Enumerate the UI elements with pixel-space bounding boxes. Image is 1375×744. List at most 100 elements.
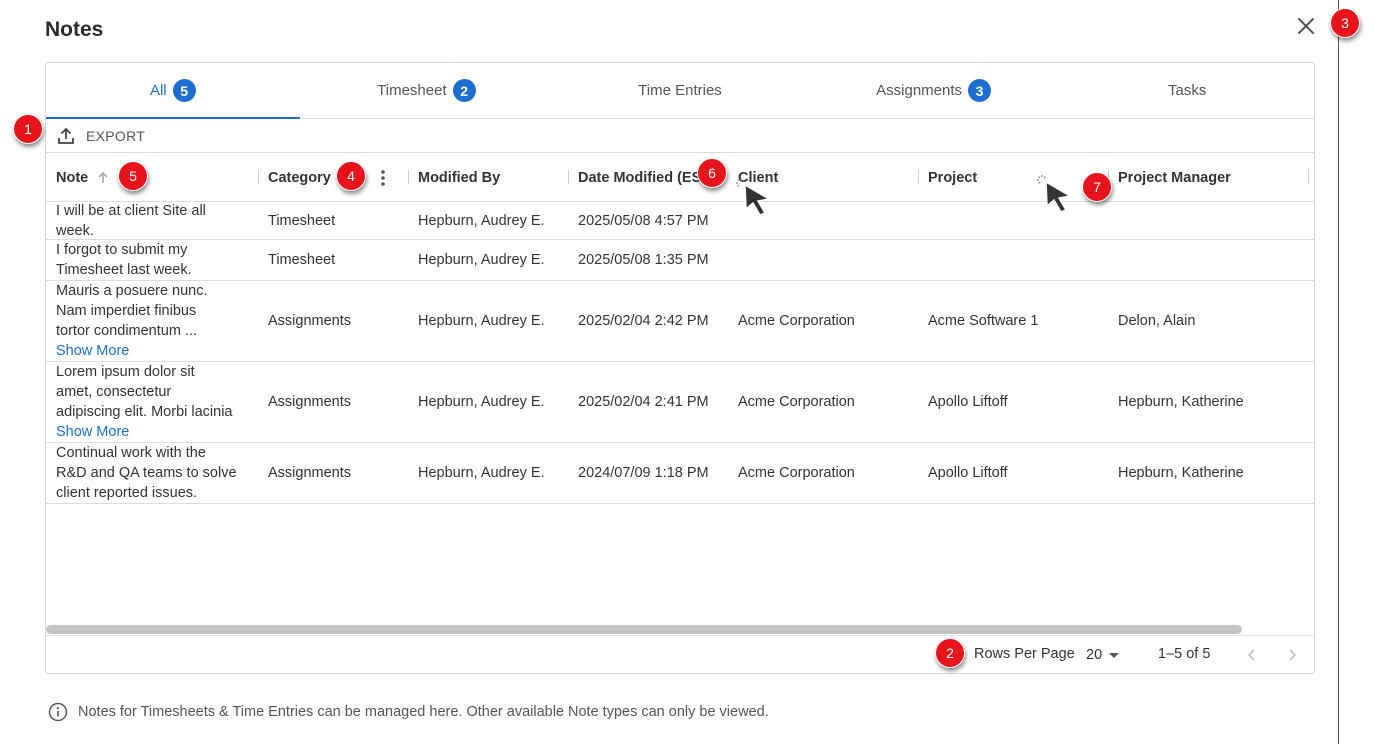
column-title: Modified By: [418, 169, 501, 186]
note-cell: I forgot to submit my Timesheet last wee…: [56, 240, 248, 280]
table-row[interactable]: I will be at client Site all week. Times…: [46, 202, 1314, 240]
right-edge-divider: [1338, 0, 1339, 744]
note-line: Timesheet last week.: [56, 262, 192, 278]
column-title: Project: [928, 169, 978, 186]
category-cell: Timesheet: [268, 252, 336, 268]
next-page-button[interactable]: [1282, 645, 1302, 665]
project-manager-cell: Hepburn, Katherine: [1118, 394, 1244, 410]
tab-label: Time Entries: [638, 82, 722, 99]
note-line: week.: [56, 222, 94, 239]
column-resize-handle[interactable]: [408, 170, 409, 184]
rows-per-page-select[interactable]: 20: [1086, 644, 1120, 666]
client-cell: Acme Corporation: [738, 313, 855, 329]
pagination-bar: Rows Per Page 20 1–5 of 5: [46, 635, 1314, 673]
date-modified-cell: 2024/07/09 1:18 PM: [578, 465, 709, 481]
tab-time-entries[interactable]: Time Entries: [553, 63, 807, 118]
column-title: Date Modified (EST): [578, 169, 701, 186]
modified-by-cell: Hepburn, Audrey E.: [418, 465, 545, 481]
rows-per-page-label: Rows Per Page: [974, 646, 1075, 662]
column-header-date-modified[interactable]: Date Modified (EST): [578, 153, 701, 202]
note-line: I will be at client Site all: [56, 202, 206, 219]
modified-by-cell: Hepburn, Audrey E.: [418, 212, 545, 229]
project-cell: Acme Software 1: [928, 313, 1039, 329]
grid-toolbar: EXPORT: [46, 119, 1314, 153]
close-icon: [1298, 18, 1314, 34]
previous-page-button[interactable]: [1242, 645, 1262, 665]
column-menu-button[interactable]: [376, 167, 390, 189]
note-line: amet, consectetur: [56, 384, 172, 400]
column-header-modified-by[interactable]: Modified By: [418, 153, 568, 202]
column-header-project-manager[interactable]: Project Manager: [1118, 153, 1298, 202]
modified-by-cell: Hepburn, Audrey E.: [418, 313, 545, 329]
info-icon: [48, 702, 68, 722]
note-cell: Lorem ipsum dolor sit amet, consectetur …: [56, 362, 248, 442]
table-row[interactable]: Mauris a posuere nunc. Nam imperdiet fin…: [46, 281, 1314, 362]
project-manager-cell: Hepburn, Katherine: [1118, 465, 1244, 481]
tab-label: All: [149, 82, 167, 99]
date-modified-cell: 2025/05/08 4:57 PM: [578, 212, 709, 229]
tab-all[interactable]: All 5: [46, 63, 300, 119]
note-line: Nam imperdiet finibus: [56, 303, 197, 319]
note-cell: I will be at client Site all week.: [56, 202, 248, 239]
info-message: Notes for Timesheets & Time Entries can …: [48, 702, 769, 722]
busy-cursor-icon: [736, 178, 772, 216]
note-line: Mauris a posuere nunc.: [56, 283, 208, 299]
sort-arrow-up-icon[interactable]: [96, 171, 110, 185]
modified-by-cell: Hepburn, Audrey E.: [418, 252, 545, 268]
date-modified-cell: 2025/02/04 2:41 PM: [578, 394, 709, 410]
modified-by-cell: Hepburn, Audrey E.: [418, 394, 545, 410]
column-resize-handle[interactable]: [918, 170, 919, 184]
info-text: Notes for Timesheets & Time Entries can …: [78, 704, 769, 720]
tab-label: Tasks: [1168, 82, 1207, 99]
column-title: Note: [56, 169, 89, 186]
tab-assignments[interactable]: Assignments 3: [807, 63, 1061, 118]
note-line: client reported issues.: [56, 485, 198, 501]
category-cell: Assignments: [268, 313, 352, 329]
callout-badge: 1: [13, 114, 43, 144]
table-row[interactable]: I forgot to submit my Timesheet last wee…: [46, 240, 1314, 281]
tab-tasks[interactable]: Tasks: [1060, 63, 1314, 118]
note-line: Lorem ipsum dolor sit: [56, 364, 195, 380]
tab-label: Assignments: [876, 82, 963, 99]
note-cell: Continual work with the R&D and QA teams…: [56, 443, 248, 503]
column-resize-handle[interactable]: [568, 170, 569, 184]
project-cell: Apollo Liftoff: [928, 394, 1008, 410]
callout-badge: 5: [118, 161, 148, 191]
horizontal-scrollbar[interactable]: [46, 625, 1242, 634]
column-header-note[interactable]: Note: [56, 153, 256, 202]
export-button[interactable]: EXPORT: [56, 125, 145, 147]
note-cell: Mauris a posuere nunc. Nam imperdiet fin…: [56, 281, 248, 361]
caret-down-icon: [1109, 653, 1120, 658]
client-cell: Acme Corporation: [738, 465, 855, 481]
column-resize-handle[interactable]: [1308, 170, 1309, 184]
export-label: EXPORT: [86, 128, 146, 144]
chevron-right-icon: [1289, 649, 1297, 661]
rows-per-page-value: 20: [1086, 647, 1103, 663]
column-title: Category: [268, 169, 331, 186]
note-line: R&D and QA teams to solve: [56, 465, 237, 481]
show-more-link[interactable]: Show More: [56, 422, 248, 442]
more-vertical-icon: [381, 170, 385, 186]
category-cell: Assignments: [268, 465, 352, 481]
show-more-link[interactable]: Show More: [56, 341, 248, 361]
notes-card: All 5 Timesheet 2 Time Entries Assignmen…: [45, 62, 1315, 674]
tab-timesheet[interactable]: Timesheet 2: [300, 63, 554, 118]
category-cell: Assignments: [268, 394, 352, 410]
table-row[interactable]: Continual work with the R&D and QA teams…: [46, 443, 1314, 504]
callout-badge: 4: [336, 161, 366, 191]
column-resize-handle[interactable]: [258, 170, 259, 184]
dialog-title: Notes: [45, 18, 104, 41]
column-title: Project Manager: [1118, 169, 1231, 186]
project-cell: Apollo Liftoff: [928, 465, 1008, 481]
note-line: I forgot to submit my: [56, 242, 188, 258]
page-range: 1–5 of 5: [1158, 646, 1211, 662]
date-modified-cell: 2025/02/04 2:42 PM: [578, 313, 709, 329]
callout-badge: 6: [697, 158, 727, 188]
tab-bar: All 5 Timesheet 2 Time Entries Assignmen…: [46, 63, 1314, 119]
project-manager-cell: Delon, Alain: [1118, 313, 1196, 329]
category-cell: Timesheet: [268, 212, 336, 229]
close-button[interactable]: [1292, 12, 1320, 40]
table-row[interactable]: Lorem ipsum dolor sit amet, consectetur …: [46, 362, 1314, 443]
upload-icon: [58, 128, 74, 144]
count-badge: 3: [968, 79, 992, 102]
